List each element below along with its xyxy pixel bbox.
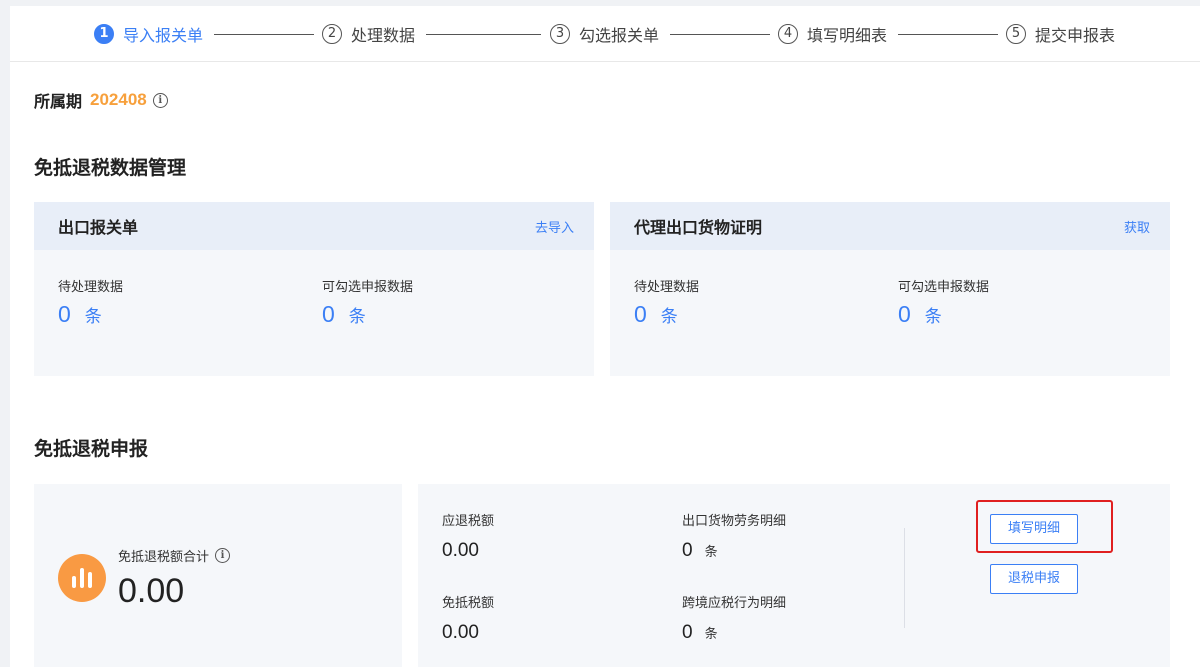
- goods-detail-value: 0条: [682, 540, 718, 562]
- cross-border-value: 0条: [682, 622, 718, 644]
- total-label-row: 免抵退税额合计 i: [118, 546, 231, 565]
- total-card: 免抵退税额合计 i 0.00: [34, 484, 402, 667]
- step-connector: [670, 34, 770, 35]
- refund-declare-button[interactable]: 退税申报: [990, 564, 1078, 594]
- pending-metric: 待处理数据 0 条: [58, 276, 123, 328]
- cross-unit: 条: [704, 627, 718, 642]
- metric-label: 可勾选申报数据: [322, 280, 414, 295]
- refund-value: 0.00: [442, 540, 479, 561]
- page-container: 1 导入报关单 2 处理数据 3 勾选报关单 4 填写明细表 5 提交申报表 所…: [10, 6, 1200, 667]
- detail-card: 应退税额 0.00 免抵税额 0.00 出口货物劳务明细 0条 跨境应税行为明细…: [418, 484, 1170, 667]
- bar-chart-icon: [58, 554, 106, 602]
- total-label: 免抵退税额合计: [118, 550, 210, 565]
- selectable-metric: 可勾选申报数据 0 条: [322, 276, 413, 328]
- metric-value[interactable]: 0: [634, 301, 647, 328]
- metric-label: 可勾选申报数据: [898, 280, 990, 295]
- period-row: 所属期 202408 i: [34, 88, 168, 112]
- metric-unit: 条: [348, 307, 366, 327]
- import-link[interactable]: 去导入: [535, 217, 574, 236]
- step-1-number: 1: [94, 24, 114, 44]
- progress-stepper: 1 导入报关单 2 处理数据 3 勾选报关单 4 填写明细表 5 提交申报表: [10, 6, 1200, 62]
- pending-metric: 待处理数据 0 条: [634, 276, 699, 328]
- step-1-label: 导入报关单: [123, 26, 204, 45]
- step-connector: [214, 34, 314, 35]
- metric-value[interactable]: 0: [322, 301, 335, 328]
- data-management-title: 免抵退税数据管理: [34, 157, 187, 179]
- step-5-label: 提交申报表: [1035, 26, 1116, 45]
- metric-label: 待处理数据: [634, 280, 700, 295]
- metric-value[interactable]: 0: [58, 301, 71, 328]
- refund-label: 应退税额: [442, 514, 495, 529]
- step-4[interactable]: 4 填写明细表: [778, 23, 887, 45]
- card-title: 代理出口货物证明: [634, 218, 763, 237]
- step-3[interactable]: 3 勾选报关单: [550, 23, 659, 45]
- goods-unit: 条: [704, 545, 718, 560]
- divider: [904, 528, 905, 628]
- cross-count: 0: [682, 622, 693, 643]
- step-connector: [426, 34, 541, 35]
- step-3-number: 3: [550, 24, 570, 44]
- step-2-label: 处理数据: [351, 26, 416, 45]
- step-2-number: 2: [322, 24, 342, 44]
- step-3-label: 勾选报关单: [579, 26, 660, 45]
- total-value: 0.00: [118, 572, 185, 610]
- metric-unit: 条: [84, 307, 102, 327]
- step-connector: [898, 34, 998, 35]
- step-4-label: 填写明细表: [807, 26, 888, 45]
- fill-detail-button[interactable]: 填写明细: [990, 514, 1078, 544]
- selectable-metric: 可勾选申报数据 0 条: [898, 276, 989, 328]
- offset-label: 免抵税额: [442, 596, 495, 611]
- step-1[interactable]: 1 导入报关单: [94, 23, 203, 45]
- step-5[interactable]: 5 提交申报表: [1006, 23, 1115, 45]
- card-header: 出口报关单 去导入: [34, 202, 594, 250]
- metric-value[interactable]: 0: [898, 301, 911, 328]
- goods-count: 0: [682, 540, 693, 561]
- cross-border-label: 跨境应税行为明细: [682, 596, 787, 611]
- card-title: 出口报关单: [58, 218, 139, 237]
- metric-unit: 条: [660, 307, 678, 327]
- period-label: 所属期: [34, 92, 83, 111]
- step-2[interactable]: 2 处理数据: [322, 23, 415, 45]
- offset-value: 0.00: [442, 622, 479, 643]
- goods-detail-label: 出口货物劳务明细: [682, 514, 787, 529]
- agency-export-card: 代理出口货物证明 获取 待处理数据 0 条 可勾选申报数据 0 条: [610, 202, 1170, 376]
- fetch-link[interactable]: 获取: [1124, 217, 1150, 236]
- declaration-title: 免抵退税申报: [34, 438, 149, 460]
- info-icon[interactable]: i: [215, 548, 231, 563]
- step-5-number: 5: [1006, 24, 1026, 44]
- metric-unit: 条: [924, 307, 942, 327]
- card-header: 代理出口货物证明 获取: [610, 202, 1170, 250]
- info-icon[interactable]: i: [152, 92, 168, 108]
- step-4-number: 4: [778, 24, 798, 44]
- metric-label: 待处理数据: [58, 280, 124, 295]
- period-value: 202408: [90, 90, 147, 109]
- customs-declaration-card: 出口报关单 去导入 待处理数据 0 条 可勾选申报数据 0 条: [34, 202, 594, 376]
